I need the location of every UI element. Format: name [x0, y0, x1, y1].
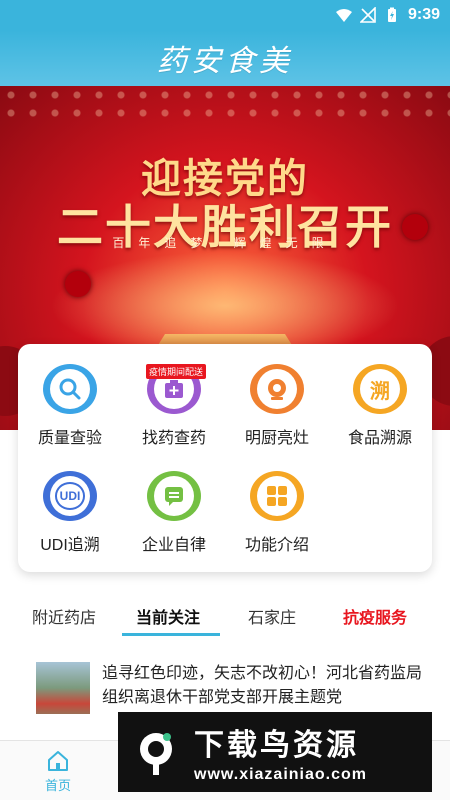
- function-grid: 质量查验 疫情期间配送 找药查药 明厨亮灶 溯 食品溯源 UDI UDI追溯 企…: [18, 344, 432, 572]
- watermark: 下载鸟资源 www.xiazainiao.com: [118, 712, 432, 792]
- active-tab-indicator: [122, 633, 220, 636]
- battery-icon: [387, 7, 396, 22]
- nav-home[interactable]: 首页: [30, 749, 86, 794]
- nav-home-label: 首页: [44, 778, 71, 793]
- app-header: 药安食美: [0, 30, 450, 86]
- lantern-left-decoration: [65, 271, 91, 297]
- udi-icon: UDI: [43, 471, 97, 521]
- banner-dots-decoration: [0, 86, 450, 126]
- tab-epidemic-service[interactable]: 抗疫服务: [343, 604, 407, 628]
- watermark-bird-icon: [126, 722, 186, 782]
- message-icon: [147, 471, 201, 521]
- camera-icon: [250, 364, 304, 414]
- grid-label: 明厨亮灶: [244, 430, 309, 447]
- signal-icon: [359, 7, 376, 23]
- grid-label: 质量查验: [37, 430, 102, 447]
- udi-glyph: UDI: [54, 482, 86, 510]
- grid-item-feature-intro[interactable]: 功能介绍: [225, 451, 329, 555]
- grid-item-find-medicine[interactable]: 疫情期间配送 找药查药: [122, 344, 226, 448]
- grid-item-self-discipline[interactable]: 企业自律: [122, 451, 226, 555]
- news-tabs: 附近药店 当前关注 石家庄 抗疫服务: [0, 596, 450, 636]
- tab-current-focus[interactable]: 当前关注: [136, 604, 200, 628]
- watermark-url: www.xiazainiao.com: [194, 766, 368, 783]
- status-time: 9:39: [407, 6, 440, 23]
- status-bar: 9:39: [0, 0, 450, 30]
- tab-nearby-pharmacy[interactable]: 附近药店: [32, 604, 96, 628]
- grid-item-udi-trace[interactable]: UDI UDI追溯: [18, 451, 122, 555]
- grid-label: 功能介绍: [244, 537, 309, 554]
- home-icon: [48, 751, 68, 771]
- search-icon: [43, 364, 97, 414]
- trace-icon: 溯: [353, 364, 407, 414]
- wifi-icon: [335, 9, 352, 22]
- trace-glyph: 溯: [370, 380, 390, 403]
- grid-label: 食品溯源: [347, 430, 412, 447]
- grid-label: 企业自律: [141, 537, 206, 554]
- banner-subtitle: 百年追梦 辉煌无限: [112, 236, 338, 250]
- app-logo: 药安食美: [157, 44, 293, 79]
- grid-item-quality-check[interactable]: 质量查验: [18, 344, 122, 448]
- watermark-title: 下载鸟资源: [194, 729, 359, 762]
- news-title: 追寻红色印迹，矢志不改初心！河北省药监局组织离退休干部党支部开展主题党: [102, 665, 423, 706]
- grid-icon: [250, 471, 304, 521]
- grid-item-food-trace[interactable]: 溯 食品溯源: [328, 344, 432, 448]
- grid-item-open-kitchen[interactable]: 明厨亮灶: [225, 344, 329, 448]
- epidemic-delivery-tag: 疫情期间配送: [146, 364, 207, 379]
- grid-label: 找药查药: [141, 430, 206, 447]
- grid-label: UDI追溯: [40, 537, 100, 554]
- tab-shijiazhuang[interactable]: 石家庄: [248, 604, 296, 628]
- news-thumbnail: [36, 662, 90, 714]
